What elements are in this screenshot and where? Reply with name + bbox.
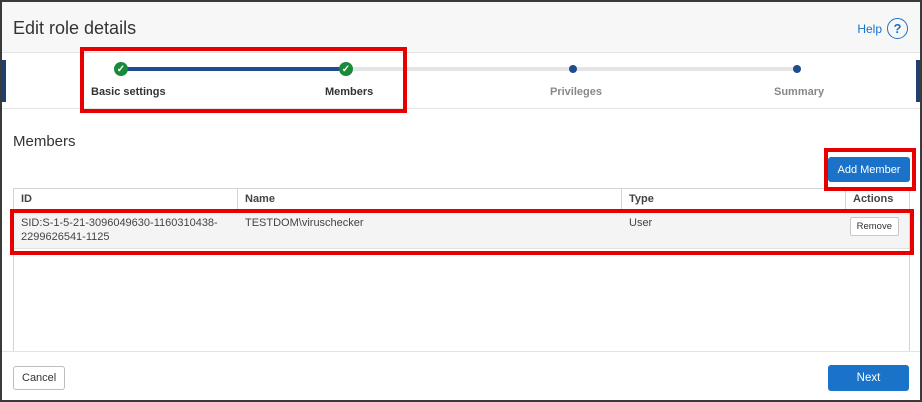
cancel-button[interactable]: Cancel xyxy=(13,366,66,390)
annotation-box-member-row xyxy=(10,209,914,255)
column-header-actions: Actions xyxy=(853,193,894,205)
step-summary: Summary xyxy=(774,86,825,98)
next-button[interactable]: Next xyxy=(828,365,909,391)
help-link[interactable]: Help ? xyxy=(857,18,908,39)
dialog-header: Edit role details Help ? xyxy=(2,2,920,53)
step-privileges: Privileges xyxy=(550,86,602,98)
column-header-name[interactable]: Name xyxy=(238,189,622,210)
step-privileges-dot-icon xyxy=(569,65,577,73)
step-summary-dot-icon xyxy=(793,65,801,73)
table-header: ID Name Type Actions xyxy=(14,189,909,211)
members-section-title: Members xyxy=(13,133,76,150)
annotation-box-steps xyxy=(80,47,407,113)
edit-role-dialog: Edit role details Help ? ✓ Basic setting… xyxy=(2,2,920,400)
help-icon: ? xyxy=(887,18,908,39)
column-header-type[interactable]: Type xyxy=(622,189,846,210)
column-header-id[interactable]: ID xyxy=(14,189,238,210)
dialog-footer: Cancel Next xyxy=(2,351,920,400)
annotation-box-add-member xyxy=(824,148,916,191)
dialog-title: Edit role details xyxy=(13,18,137,38)
help-label: Help xyxy=(857,21,882,36)
